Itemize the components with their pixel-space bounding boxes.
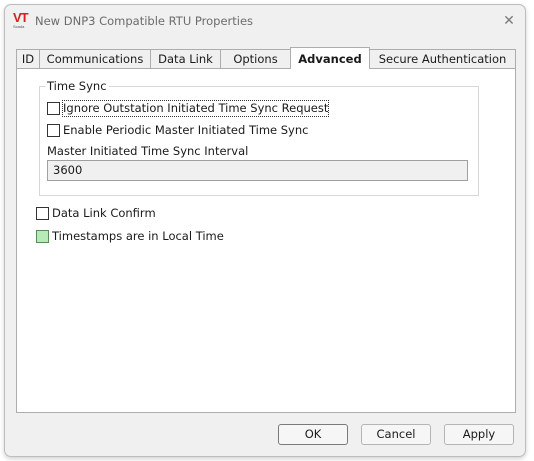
- checkbox-label: Data Link Confirm: [52, 206, 156, 220]
- tab-communications[interactable]: Communications: [39, 49, 151, 68]
- checkbox-label: Ignore Outstation Initiated Time Sync Re…: [61, 100, 330, 117]
- apply-button[interactable]: Apply: [444, 424, 514, 445]
- time-sync-interval-label: Master Initiated Time Sync Interval: [47, 144, 249, 158]
- checkbox-box[interactable]: [47, 102, 60, 115]
- checkbox-label: Enable Periodic Master Initiated Time Sy…: [63, 123, 309, 137]
- vtscada-logo-icon: VT Scada: [13, 10, 29, 29]
- tab-data-link[interactable]: Data Link: [150, 49, 221, 68]
- advanced-tab-panel: Time Sync Ignore Outstation Initiated Ti…: [16, 68, 516, 413]
- ok-button[interactable]: OK: [278, 424, 348, 445]
- tab-secure-authentication[interactable]: Secure Authentication: [369, 49, 516, 68]
- tab-options[interactable]: Options: [220, 49, 291, 68]
- checkbox-box[interactable]: [36, 230, 49, 243]
- tab-advanced[interactable]: Advanced: [290, 47, 370, 69]
- checkbox-label: Timestamps are in Local Time: [52, 229, 224, 243]
- checkbox-box[interactable]: [36, 207, 49, 220]
- tab-id[interactable]: ID: [16, 49, 40, 68]
- cancel-button[interactable]: Cancel: [361, 424, 431, 445]
- time-sync-group: Time Sync Ignore Outstation Initiated Ti…: [39, 79, 479, 196]
- checkbox-box[interactable]: [47, 124, 60, 137]
- time-sync-interval-input[interactable]: 3600: [47, 160, 468, 181]
- close-icon[interactable]: ✕: [498, 10, 520, 32]
- dialog-title: New DNP3 Compatible RTU Properties: [35, 14, 254, 28]
- properties-dialog: VT Scada New DNP3 Compatible RTU Propert…: [4, 4, 526, 457]
- time-sync-group-title: Time Sync: [45, 79, 109, 93]
- title-bar: VT Scada New DNP3 Compatible RTU Propert…: [5, 5, 525, 37]
